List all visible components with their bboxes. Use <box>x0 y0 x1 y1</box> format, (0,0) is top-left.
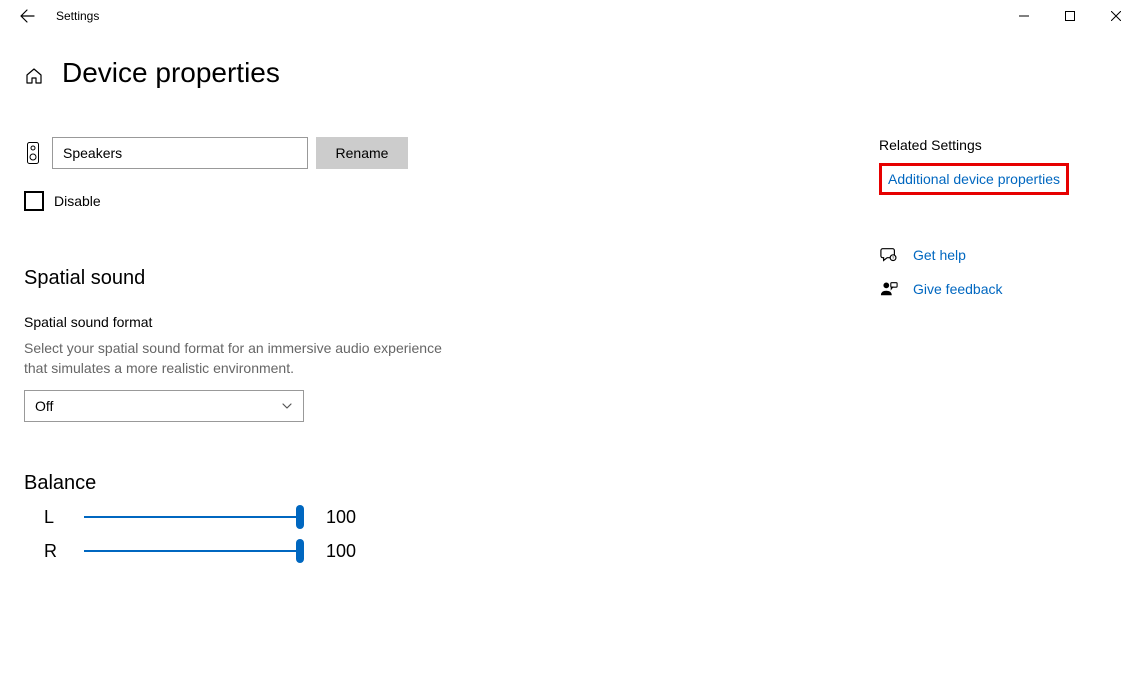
disable-label: Disable <box>54 193 101 209</box>
balance-right-value: 100 <box>326 541 356 562</box>
page-title: Device properties <box>62 57 280 89</box>
back-button[interactable] <box>18 7 36 25</box>
give-feedback-row: Give feedback <box>879 279 1119 299</box>
slider-thumb[interactable] <box>296 505 304 529</box>
spatial-format-dropdown[interactable]: Off <box>24 390 304 422</box>
get-help-link[interactable]: Get help <box>913 247 966 263</box>
speaker-icon <box>24 140 42 166</box>
minimize-icon <box>1019 11 1029 21</box>
spatial-sound-heading: Spatial sound <box>24 267 584 290</box>
disable-checkbox[interactable] <box>24 191 44 211</box>
balance-right-label: R <box>44 541 68 562</box>
minimize-button[interactable] <box>1001 0 1047 32</box>
feedback-person-icon <box>879 279 899 299</box>
maximize-button[interactable] <box>1047 0 1093 32</box>
chevron-down-icon <box>281 400 293 412</box>
rename-button[interactable]: Rename <box>316 137 408 169</box>
balance-left-row: L 100 <box>24 505 584 529</box>
give-feedback-link[interactable]: Give feedback <box>913 281 1003 297</box>
maximize-icon <box>1065 11 1075 21</box>
highlight-annotation: Additional device properties <box>879 163 1069 195</box>
titlebar: Settings <box>0 0 1139 32</box>
spatial-format-value: Off <box>35 398 53 414</box>
slider-track <box>84 516 300 518</box>
balance-right-row: R 100 <box>24 539 584 563</box>
close-icon <box>1111 11 1121 21</box>
arrow-left-icon <box>19 8 35 24</box>
window-controls <box>1001 0 1139 32</box>
balance-left-label: L <box>44 507 68 528</box>
home-icon[interactable] <box>24 66 44 86</box>
balance-left-value: 100 <box>326 507 356 528</box>
slider-track <box>84 550 300 552</box>
balance-right-slider[interactable] <box>84 539 300 563</box>
chat-help-icon: ? <box>879 245 899 265</box>
balance-left-slider[interactable] <box>84 505 300 529</box>
slider-thumb[interactable] <box>296 539 304 563</box>
close-button[interactable] <box>1093 0 1139 32</box>
spatial-format-label: Spatial sound format <box>24 314 584 330</box>
page-header: Device properties <box>0 57 1139 89</box>
balance-heading: Balance <box>24 472 584 495</box>
get-help-row: ? Get help <box>879 245 1119 265</box>
device-name-row: Rename <box>24 137 584 169</box>
disable-row: Disable <box>24 191 584 211</box>
spatial-description: Select your spatial sound format for an … <box>24 338 464 378</box>
app-name: Settings <box>56 9 99 23</box>
device-name-input[interactable] <box>52 137 308 169</box>
related-settings-heading: Related Settings <box>879 137 1119 153</box>
additional-device-properties-link[interactable]: Additional device properties <box>888 171 1060 187</box>
